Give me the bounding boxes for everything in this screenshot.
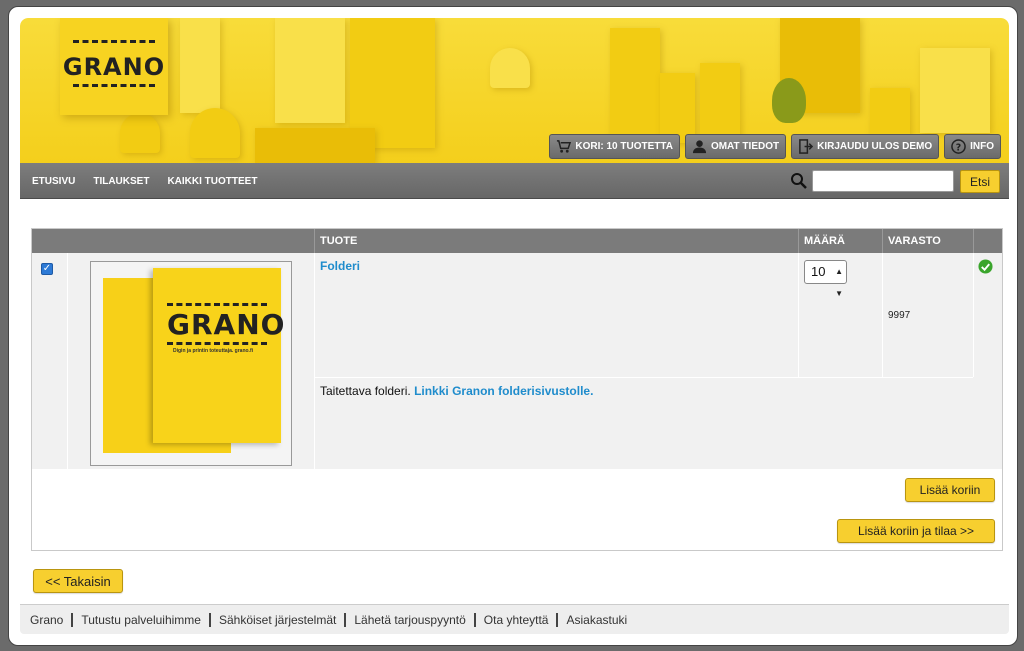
user-icon xyxy=(692,140,707,154)
folder-front-page: GRANO Digin ja printin toteuttaja. grano… xyxy=(153,268,284,443)
cart-button[interactable]: KORI: 10 TUOTETTA xyxy=(549,134,680,159)
search-input[interactable] xyxy=(812,170,954,192)
folder-logo-wave xyxy=(167,303,267,306)
header-product: TUOTE xyxy=(315,229,799,253)
nav-home[interactable]: ETUSIVU xyxy=(32,176,75,187)
footer-link-systems[interactable]: Sähköiset järjestelmät xyxy=(208,612,344,627)
footer-link-support[interactable]: Asiakastuki xyxy=(556,612,635,627)
product-checkbox[interactable]: ✓ xyxy=(41,263,53,275)
description-text: Taitettava folderi. xyxy=(320,384,411,398)
banner-decor xyxy=(870,88,910,138)
nav-all-products[interactable]: KAIKKI TUOTTEET xyxy=(167,176,257,187)
info-button[interactable]: ? INFO xyxy=(944,134,1001,159)
nav-links: ETUSIVU TILAUKSET KAIKKI TUOTTEET xyxy=(32,163,257,199)
table-row: ✓ GRANO Digin ja printin toteuttaja. gra… xyxy=(32,253,1002,469)
profile-button-label: OMAT TIEDOT xyxy=(710,141,780,152)
info-button-label: INFO xyxy=(970,141,994,152)
profile-button[interactable]: OMAT TIEDOT xyxy=(684,134,787,159)
logo-text: GRANO xyxy=(62,52,166,81)
logo-wave xyxy=(73,40,155,44)
header-stock: VARASTO xyxy=(883,229,974,253)
banner-decor xyxy=(255,128,375,163)
header-status xyxy=(974,229,1002,253)
svg-text:?: ? xyxy=(956,142,961,153)
banner-decor xyxy=(190,108,240,158)
window-frame: GRANO KORI: 10 TUOTETTA OMAT TIEDOT KIRJ… xyxy=(8,6,1018,646)
logo-wave xyxy=(73,84,155,88)
status-cell xyxy=(974,253,1002,469)
banner-decor xyxy=(275,18,345,123)
product-cell xyxy=(315,253,799,377)
logout-button-label: KIRJAUDU ULOS DEMO xyxy=(817,141,933,152)
folder-logo: GRANO xyxy=(167,308,286,341)
page: GRANO KORI: 10 TUOTETTA OMAT TIEDOT KIRJ… xyxy=(20,18,1009,634)
check-ok-icon xyxy=(978,259,993,274)
folder-subtitle: Digin ja printin toteuttaja. grano.fi xyxy=(173,348,253,354)
table-header: TUOTE MÄÄRÄ VARASTO xyxy=(32,229,1002,253)
checkbox-cell xyxy=(32,253,68,469)
quantity-value: 10 xyxy=(811,264,826,279)
banner-decor xyxy=(700,63,740,143)
top-buttons: KORI: 10 TUOTETTA OMAT TIEDOT KIRJAUDU U… xyxy=(549,134,1001,159)
logout-button[interactable]: KIRJAUDU ULOS DEMO xyxy=(791,134,940,159)
header-spacer xyxy=(32,229,315,253)
banner-decor xyxy=(660,73,695,143)
header-quantity: MÄÄRÄ xyxy=(799,229,883,253)
banner-decor xyxy=(610,28,660,138)
footer-link-services[interactable]: Tutustu palveluihimme xyxy=(71,612,209,627)
dinosaur-figure xyxy=(490,48,530,88)
header-banner: GRANO KORI: 10 TUOTETTA OMAT TIEDOT KIRJ… xyxy=(20,18,1009,163)
dropdown-arrow-icon: ▲ ▼ xyxy=(835,267,843,298)
help-icon: ? xyxy=(951,139,966,154)
product-name-link[interactable]: Folderi xyxy=(320,259,360,273)
quantity-select[interactable]: 10 ▲ ▼ xyxy=(804,260,847,298)
footer-link-grano[interactable]: Grano xyxy=(30,613,71,627)
banner-decor xyxy=(180,18,220,113)
product-panel: TUOTE MÄÄRÄ VARASTO ✓ GRANO Digin ja pri… xyxy=(31,228,1003,551)
stock-value: 9997 xyxy=(888,310,911,321)
banner-decor xyxy=(920,48,990,133)
tree-figure xyxy=(772,78,806,123)
back-button[interactable]: << Takaisin xyxy=(33,569,123,593)
product-description: Taitettava folderi. Linkki Granon folder… xyxy=(320,384,593,398)
cart-icon xyxy=(557,140,572,153)
product-image[interactable]: GRANO Digin ja printin toteuttaja. grano… xyxy=(90,261,292,466)
nav-orders[interactable]: TILAUKSET xyxy=(93,176,149,187)
folder-site-link[interactable]: Linkki Granon folderisivustolle. xyxy=(414,384,593,398)
logout-icon xyxy=(799,139,814,154)
folder-logo-wave xyxy=(167,342,267,345)
description-divider xyxy=(315,377,973,378)
search-icon xyxy=(791,173,807,189)
add-to-cart-button[interactable]: Lisää koriin xyxy=(905,478,995,502)
footer-link-quote[interactable]: Lähetä tarjouspyyntö xyxy=(344,612,473,627)
search-button[interactable]: Etsi xyxy=(960,170,1000,193)
add-and-order-button[interactable]: Lisää koriin ja tilaa >> xyxy=(837,519,995,543)
footer-link-contact[interactable]: Ota yhteyttä xyxy=(473,612,557,627)
footer: Grano Tutustu palveluihimme Sähköiset jä… xyxy=(20,604,1009,634)
main-nav: ETUSIVU TILAUKSET KAIKKI TUOTTEET Etsi xyxy=(20,163,1009,199)
grano-logo[interactable]: GRANO xyxy=(60,18,168,115)
banner-decor xyxy=(120,113,160,153)
cart-button-label: KORI: 10 TUOTETTA xyxy=(575,141,673,152)
